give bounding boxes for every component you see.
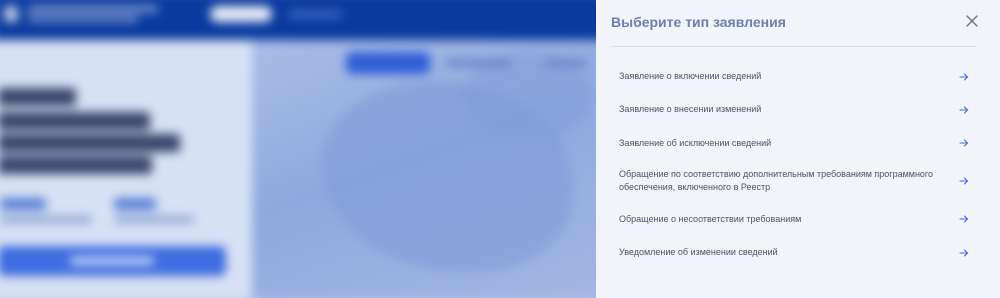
application-type-list: Заявление о включении сведений Заявление…: [611, 60, 977, 269]
option-changes[interactable]: Заявление о внесении изменений: [611, 93, 977, 126]
arrow-right-icon: [959, 105, 969, 115]
select-application-type-drawer: Выберите тип заявления Заявление о включ…: [596, 0, 1000, 298]
arrow-right-icon: [959, 72, 969, 82]
arrow-right-icon: [959, 138, 969, 148]
arrow-right-icon: [959, 176, 969, 186]
title-divider: [611, 46, 977, 47]
close-button[interactable]: [962, 11, 982, 31]
option-label: Заявление о внесении изменений: [619, 104, 762, 114]
drawer-title: Выберите тип заявления: [611, 14, 786, 30]
background-page: [0, 0, 596, 298]
close-icon: [966, 15, 978, 27]
option-label: Заявление об исключении сведений: [619, 137, 772, 148]
arrow-right-icon: [959, 248, 969, 258]
option-inclusion[interactable]: Заявление о включении сведений: [611, 60, 977, 93]
option-exclusion[interactable]: Заявление об исключении сведений: [611, 126, 977, 160]
option-label: Обращение о несоответствии требованиям: [619, 213, 802, 224]
background-logo-icon: [4, 6, 18, 22]
option-change-notice[interactable]: Уведомление об изменении сведений: [611, 236, 977, 269]
option-label: Уведомление об изменении сведений: [619, 247, 778, 257]
option-label: Обращение по соответствию дополнительным…: [619, 169, 934, 192]
option-additional-requirements[interactable]: Обращение по соответствию дополнительным…: [611, 160, 977, 202]
option-noncompliance[interactable]: Обращение о несоответствии требованиям: [611, 202, 977, 236]
arrow-right-icon: [959, 214, 969, 224]
option-label: Заявление о включении сведений: [619, 71, 762, 81]
